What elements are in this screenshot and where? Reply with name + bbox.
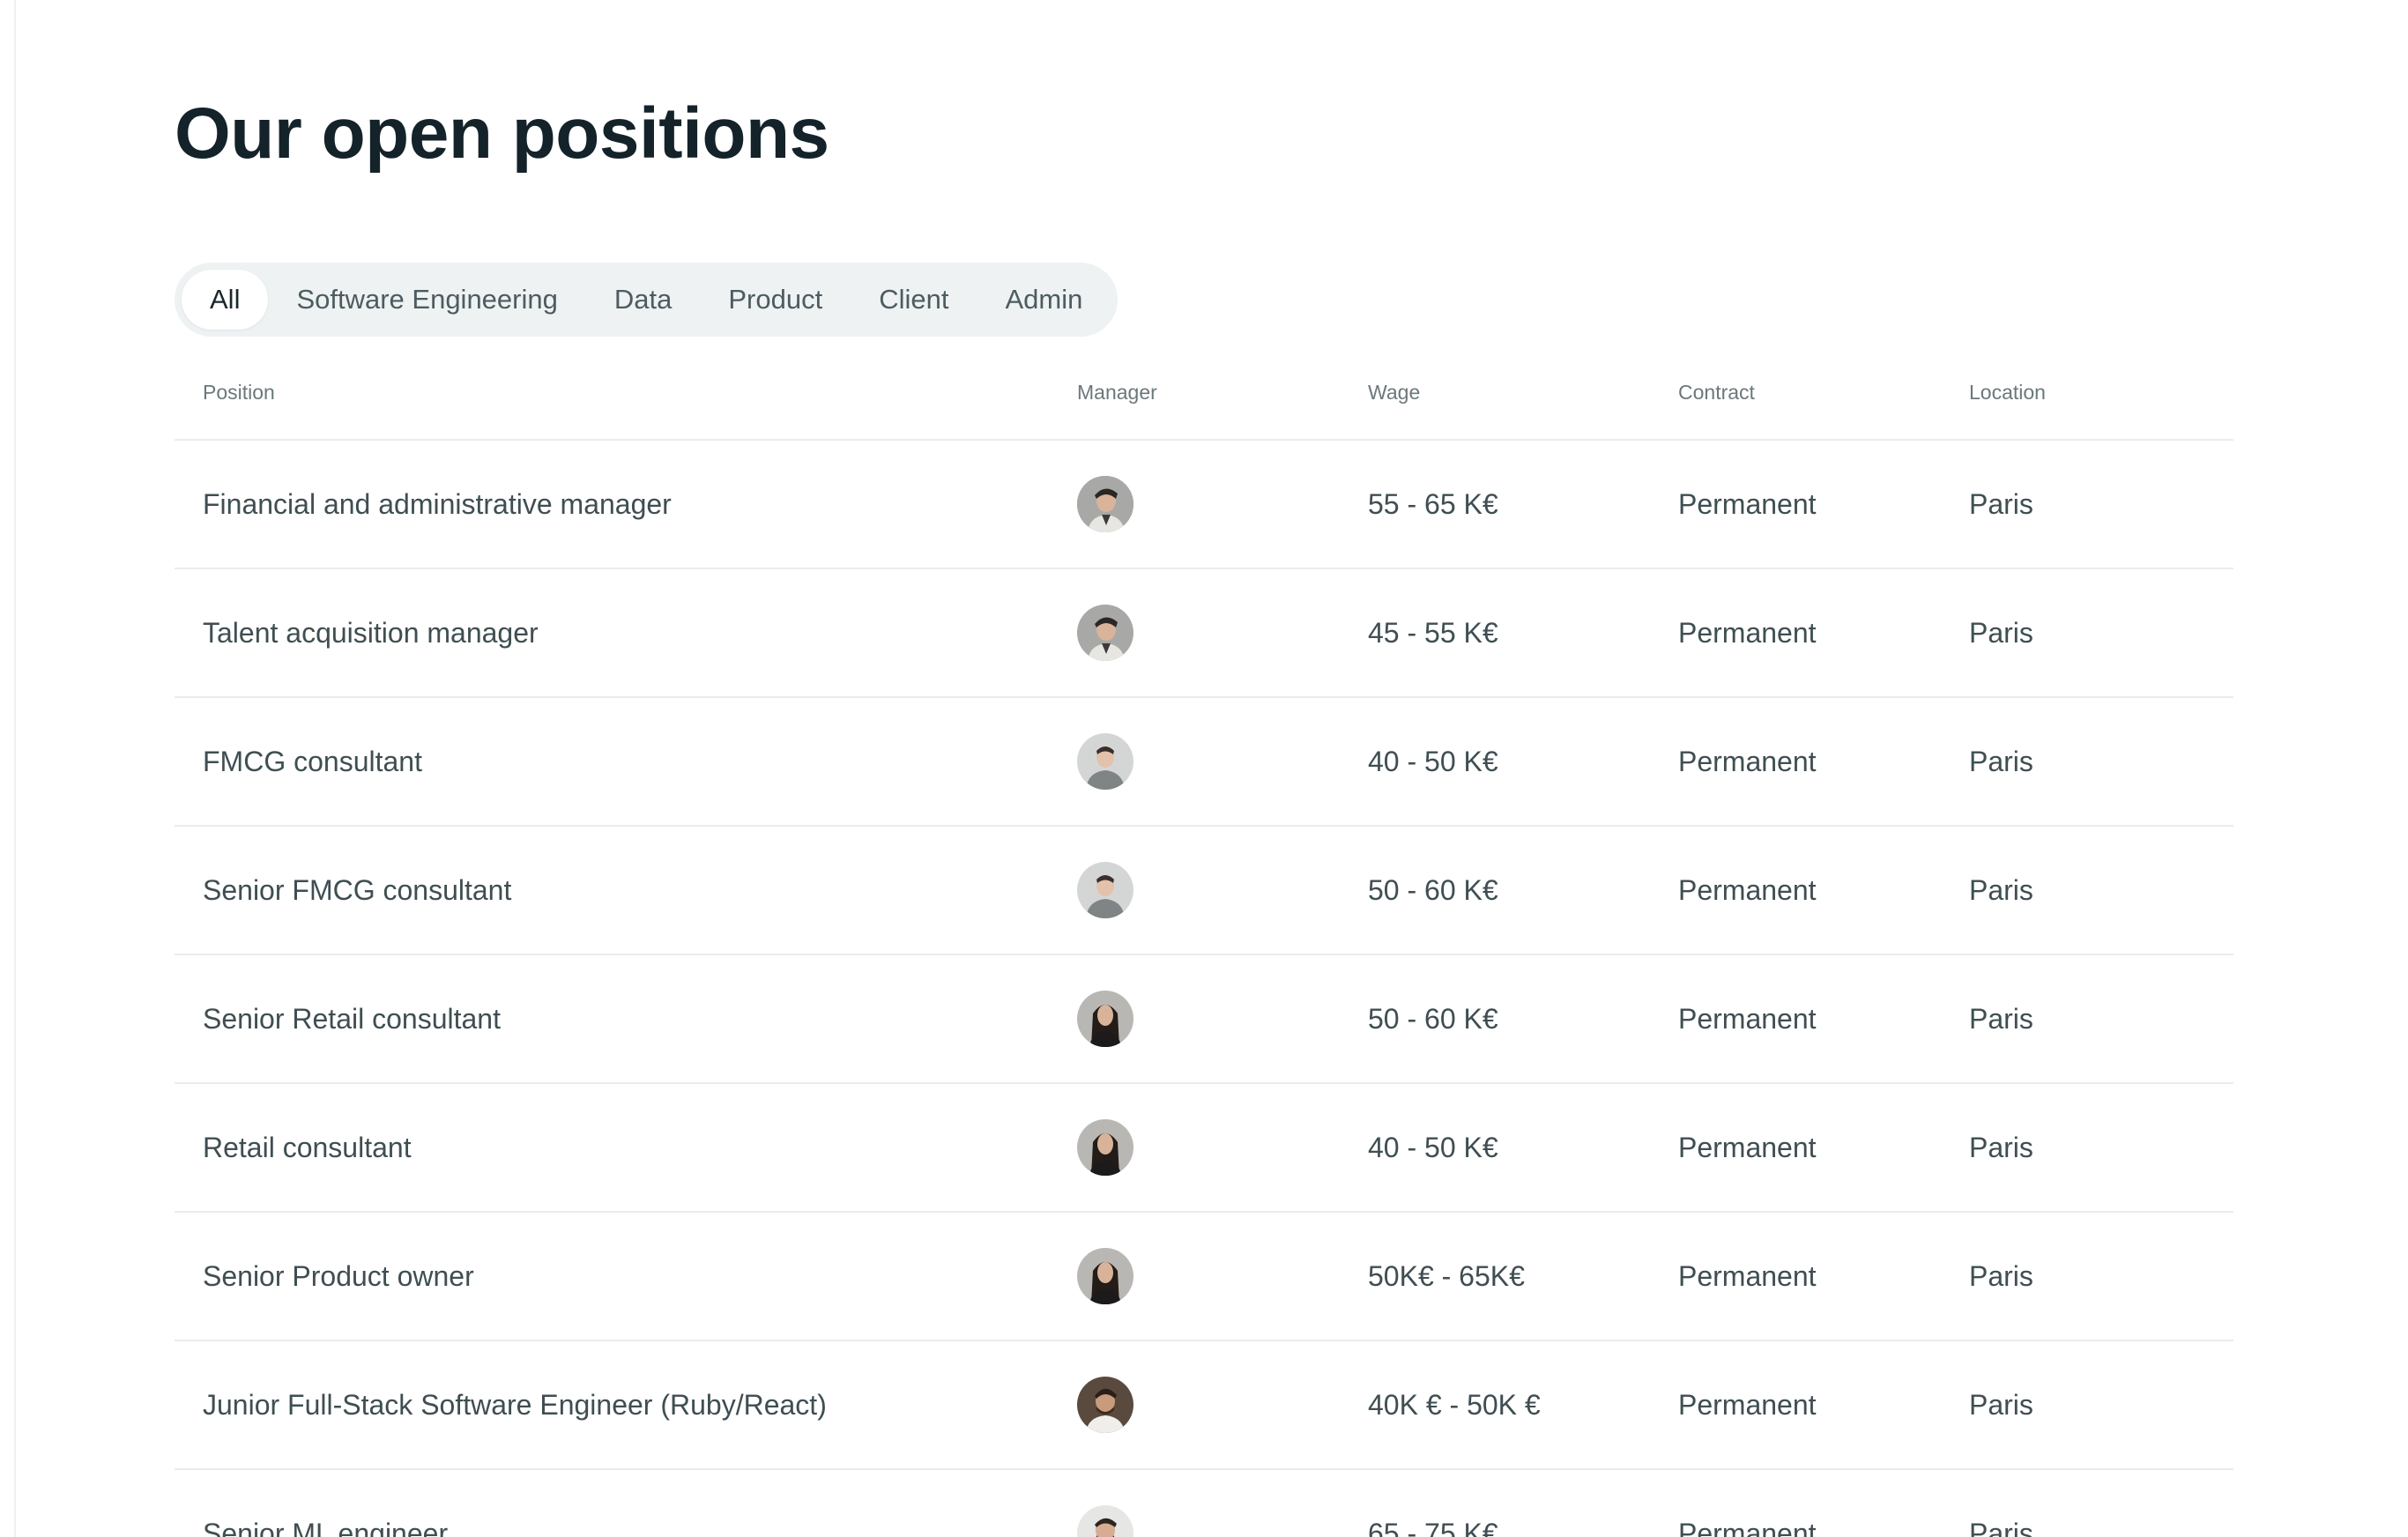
position-title: FMCG consultant bbox=[203, 745, 422, 777]
header-wage: Wage bbox=[1368, 381, 1421, 404]
avatar bbox=[1077, 862, 1133, 918]
position-title: Financial and administrative manager bbox=[203, 487, 672, 520]
header-position: Position bbox=[203, 381, 275, 404]
wage: 40 - 50 K€ bbox=[1368, 1131, 1498, 1163]
tab-product[interactable]: Product bbox=[700, 270, 851, 330]
location: Paris bbox=[1969, 1388, 2033, 1421]
wage: 50 - 60 K€ bbox=[1368, 873, 1498, 906]
wage: 55 - 65 K€ bbox=[1368, 487, 1498, 520]
location: Paris bbox=[1969, 745, 2033, 777]
avatar bbox=[1077, 1119, 1133, 1176]
position-title: Retail consultant bbox=[203, 1131, 412, 1163]
tab-client[interactable]: Client bbox=[851, 270, 977, 330]
wage: 50 - 60 K€ bbox=[1368, 1002, 1498, 1035]
table-row[interactable]: Talent acquisition manager 45 - 55 K€ Pe… bbox=[175, 569, 2233, 698]
location: Paris bbox=[1969, 487, 2033, 520]
table-row[interactable]: Senior ML engineer 65 - 75 K€ Permanent … bbox=[175, 1470, 2233, 1537]
location: Paris bbox=[1969, 1517, 2033, 1537]
contract: Permanent bbox=[1678, 1388, 1817, 1421]
table-row[interactable]: Senior Retail consultant 50 - 60 K€ Perm… bbox=[175, 955, 2233, 1084]
location: Paris bbox=[1969, 616, 2033, 649]
header-manager: Manager bbox=[1077, 381, 1157, 404]
contract: Permanent bbox=[1678, 1002, 1817, 1035]
table-row[interactable]: Senior FMCG consultant 50 - 60 K€ Perman… bbox=[175, 827, 2233, 955]
page: Our open positions All Software Engineer… bbox=[0, 0, 2408, 1537]
manager-cell bbox=[1077, 1341, 1133, 1468]
avatar bbox=[1077, 733, 1133, 790]
wage: 40K € - 50K € bbox=[1368, 1388, 1541, 1421]
location: Paris bbox=[1969, 1131, 2033, 1163]
contract: Permanent bbox=[1678, 1517, 1817, 1537]
position-title: Senior Product owner bbox=[203, 1259, 474, 1292]
manager-cell bbox=[1077, 1470, 1133, 1537]
tab-data[interactable]: Data bbox=[586, 270, 700, 330]
wage: 65 - 75 K€ bbox=[1368, 1517, 1498, 1537]
position-title: Talent acquisition manager bbox=[203, 616, 539, 649]
manager-cell bbox=[1077, 441, 1133, 568]
tab-admin[interactable]: Admin bbox=[977, 270, 1111, 330]
tab-software-engineering[interactable]: Software Engineering bbox=[268, 270, 585, 330]
table-row[interactable]: Retail consultant 40 - 50 K€ Permanent P… bbox=[175, 1084, 2233, 1213]
contract: Permanent bbox=[1678, 745, 1817, 777]
avatar bbox=[1077, 991, 1133, 1047]
position-title: Senior Retail consultant bbox=[203, 1002, 501, 1035]
wage: 40 - 50 K€ bbox=[1368, 745, 1498, 777]
manager-cell bbox=[1077, 1084, 1133, 1211]
contract: Permanent bbox=[1678, 487, 1817, 520]
table-row[interactable]: FMCG consultant 40 - 50 K€ Permanent Par… bbox=[175, 698, 2233, 827]
table-row[interactable]: Junior Full-Stack Software Engineer (Rub… bbox=[175, 1341, 2233, 1470]
position-title: Junior Full-Stack Software Engineer (Rub… bbox=[203, 1388, 827, 1421]
tab-all[interactable]: All bbox=[182, 270, 269, 330]
location: Paris bbox=[1969, 1002, 2033, 1035]
contract: Permanent bbox=[1678, 616, 1817, 649]
wage: 45 - 55 K€ bbox=[1368, 616, 1498, 649]
contract: Permanent bbox=[1678, 1259, 1817, 1292]
wage: 50K€ - 65K€ bbox=[1368, 1259, 1525, 1292]
avatar bbox=[1077, 1505, 1133, 1537]
avatar bbox=[1077, 1377, 1133, 1433]
location: Paris bbox=[1969, 1259, 2033, 1292]
position-title: Senior ML engineer bbox=[203, 1517, 449, 1537]
left-border bbox=[14, 0, 16, 1537]
manager-cell bbox=[1077, 698, 1133, 825]
avatar bbox=[1077, 476, 1133, 532]
position-title: Senior FMCG consultant bbox=[203, 873, 512, 906]
table-header: Position Manager Wage Contract Location bbox=[175, 363, 2233, 441]
manager-cell bbox=[1077, 827, 1133, 954]
avatar bbox=[1077, 605, 1133, 661]
location: Paris bbox=[1969, 873, 2033, 906]
contract: Permanent bbox=[1678, 1131, 1817, 1163]
manager-cell bbox=[1077, 569, 1133, 696]
header-contract: Contract bbox=[1678, 381, 1755, 404]
header-location: Location bbox=[1969, 381, 2046, 404]
avatar bbox=[1077, 1248, 1133, 1304]
contract: Permanent bbox=[1678, 873, 1817, 906]
table-row[interactable]: Senior Product owner 50K€ - 65K€ Permane… bbox=[175, 1213, 2233, 1341]
manager-cell bbox=[1077, 955, 1133, 1082]
manager-cell bbox=[1077, 1213, 1133, 1340]
page-title: Our open positions bbox=[175, 93, 829, 174]
positions-table: Position Manager Wage Contract Location … bbox=[175, 363, 2233, 1537]
table-row[interactable]: Financial and administrative manager 55 … bbox=[175, 441, 2233, 569]
category-tabs: All Software Engineering Data Product Cl… bbox=[175, 263, 1119, 337]
table-body: Financial and administrative manager 55 … bbox=[175, 441, 2233, 1537]
